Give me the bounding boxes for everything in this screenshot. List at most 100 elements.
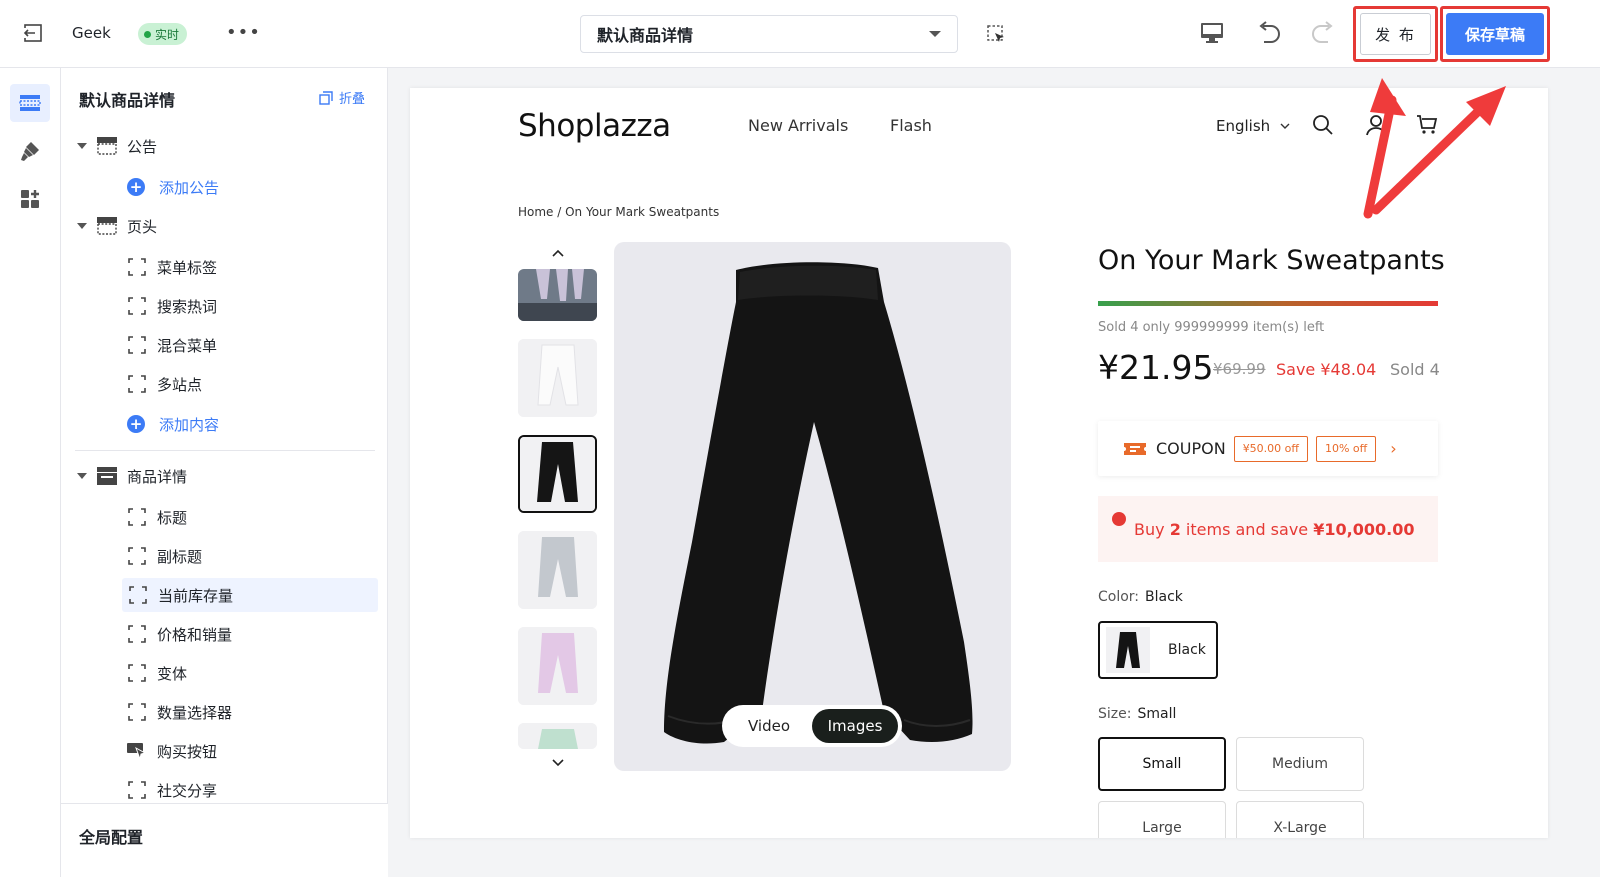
tree-section-product-detail[interactable]: 商品详情	[77, 459, 187, 493]
tree-section-announcement[interactable]: 公告	[77, 129, 157, 163]
tree-item-label: 数量选择器	[157, 703, 233, 722]
rail-theme-button[interactable]	[10, 132, 50, 170]
expand-arrow-icon	[77, 223, 87, 229]
size-option-medium[interactable]: Medium	[1236, 737, 1364, 791]
panel-title: 默认商品详情	[79, 91, 176, 110]
add-icon: +	[127, 178, 145, 196]
thumbnail-image	[520, 437, 595, 511]
global-settings-button[interactable]: 全局配置	[61, 803, 388, 877]
template-select-value: 默认商品详情	[597, 26, 694, 45]
thumbnail-image	[518, 531, 597, 609]
color-option-black[interactable]: Black	[1098, 621, 1218, 679]
tree-item-subtitle[interactable]: 副标题	[127, 539, 377, 573]
product-title: On Your Mark Sweatpants	[1098, 245, 1445, 276]
collapse-button[interactable]: 折叠	[319, 88, 365, 107]
thumbnail-6[interactable]	[518, 723, 597, 749]
coupon-bar[interactable]: COUPON ¥50.00 off 10% off ›	[1098, 421, 1438, 476]
exit-icon[interactable]	[22, 22, 44, 44]
language-selector[interactable]: English	[1216, 117, 1290, 135]
tree-item-label: 多站点	[157, 375, 203, 394]
compare-at-price: ¥69.99	[1213, 360, 1266, 378]
thumbnail-5[interactable]	[518, 627, 597, 705]
select-element-icon[interactable]	[986, 24, 1006, 44]
live-dot-icon	[144, 30, 151, 38]
tree-item-quantity-selector[interactable]: 数量选择器	[127, 695, 377, 729]
rail-sections-button[interactable]	[10, 84, 50, 122]
global-settings-label: 全局配置	[79, 828, 144, 847]
tree-item-social-share[interactable]: 社交分享	[127, 773, 377, 807]
store-logo[interactable]: Shoplazza	[518, 108, 671, 144]
block-placeholder-icon	[128, 703, 146, 721]
size-option-small[interactable]: Small	[1098, 737, 1226, 791]
tree-item-label: 价格和销量	[157, 625, 233, 644]
tree-item-buy-button[interactable]: 购买按钮	[127, 734, 377, 768]
save-draft-button[interactable]: 保存草稿	[1446, 13, 1544, 55]
add-announcement-label: 添加公告	[159, 178, 220, 197]
add-content-label: 添加内容	[159, 415, 220, 434]
tree-section-header[interactable]: 页头	[77, 209, 157, 243]
tree-item-label: 菜单标签	[157, 258, 218, 277]
images-tab[interactable]: Images	[812, 709, 898, 743]
tree-item-title[interactable]: 标题	[127, 500, 377, 534]
block-placeholder-icon	[128, 297, 146, 315]
block-placeholder-icon	[128, 664, 146, 682]
collapse-icon	[319, 90, 333, 105]
coupon-ticket-icon	[1124, 442, 1146, 455]
tree-divider	[75, 450, 375, 451]
size-selected-value: Small	[1137, 706, 1177, 722]
block-placeholder-icon	[129, 586, 147, 604]
block-placeholder-icon	[128, 336, 146, 354]
tree-item-variants[interactable]: 变体	[127, 656, 377, 690]
thumbnail-image	[518, 339, 597, 417]
tree-item-price-sales[interactable]: 价格和销量	[127, 617, 377, 651]
thumbnail-3[interactable]	[518, 435, 597, 513]
tree-section-label: 商品详情	[127, 467, 188, 486]
tree-item-label: 购买按钮	[157, 742, 218, 761]
template-select[interactable]: 默认商品详情	[580, 15, 958, 53]
more-options-button[interactable]: •••	[226, 22, 261, 43]
collapse-label: 折叠	[339, 92, 366, 107]
block-placeholder-icon	[128, 547, 146, 565]
undo-icon[interactable]	[1256, 21, 1282, 45]
coupon-label: COUPON	[1156, 439, 1226, 458]
thumbnail-1[interactable]	[518, 269, 597, 321]
thumbnail-2[interactable]	[518, 339, 597, 417]
discount-badge-icon	[1112, 512, 1126, 526]
tree-item-inventory[interactable]: 当前库存量	[122, 578, 378, 612]
nav-new-arrivals[interactable]: New Arrivals	[748, 116, 848, 135]
main-product-image[interactable]: Video Images	[614, 242, 1011, 771]
tree-item-mixed-menu[interactable]: 混合菜单	[127, 328, 377, 362]
tree-item-multi-site[interactable]: 多站点	[127, 367, 377, 401]
language-label: English	[1216, 117, 1271, 135]
section-panel: 默认商品详情 折叠 公告 + 添加公告 页头 菜单标签 搜索热词 混合菜单 多站…	[61, 68, 388, 877]
color-label-text: Color:	[1098, 589, 1140, 605]
size-option-xlarge[interactable]: X-Large	[1236, 801, 1364, 838]
block-placeholder-icon	[128, 508, 146, 526]
tree-item-label: 社交分享	[157, 781, 218, 800]
publish-button[interactable]: 发 布	[1360, 13, 1431, 55]
paint-brush-icon	[21, 142, 39, 161]
add-content-button[interactable]: + 添加内容	[127, 407, 377, 441]
nav-flash[interactable]: Flash	[890, 116, 932, 135]
video-tab[interactable]: Video	[726, 717, 812, 735]
size-option-large[interactable]: Large	[1098, 801, 1226, 838]
tree-item-menu-tags[interactable]: 菜单标签	[127, 250, 377, 284]
live-status-label: 实时	[155, 27, 180, 42]
tree-item-label: 变体	[157, 664, 188, 683]
desktop-view-icon[interactable]	[1200, 22, 1224, 44]
color-swatch	[1106, 627, 1150, 673]
thumbnail-4[interactable]	[518, 531, 597, 609]
add-announcement-button[interactable]: + 添加公告	[127, 170, 377, 204]
redo-icon[interactable]	[1310, 21, 1336, 45]
chevron-down-icon	[1280, 123, 1290, 129]
block-placeholder-icon	[128, 625, 146, 643]
tree-item-label: 搜索热词	[157, 297, 218, 316]
promo-qty: 2	[1169, 519, 1181, 539]
annotation-arrows	[1363, 78, 1506, 219]
tree-item-search-keywords[interactable]: 搜索热词	[127, 289, 377, 323]
thumbs-down-arrow-icon[interactable]	[552, 755, 564, 771]
thumbs-up-arrow-icon[interactable]	[552, 245, 564, 261]
rail-apps-button[interactable]	[10, 180, 50, 218]
tree-section-label: 页头	[127, 217, 158, 236]
search-icon[interactable]	[1312, 114, 1334, 136]
